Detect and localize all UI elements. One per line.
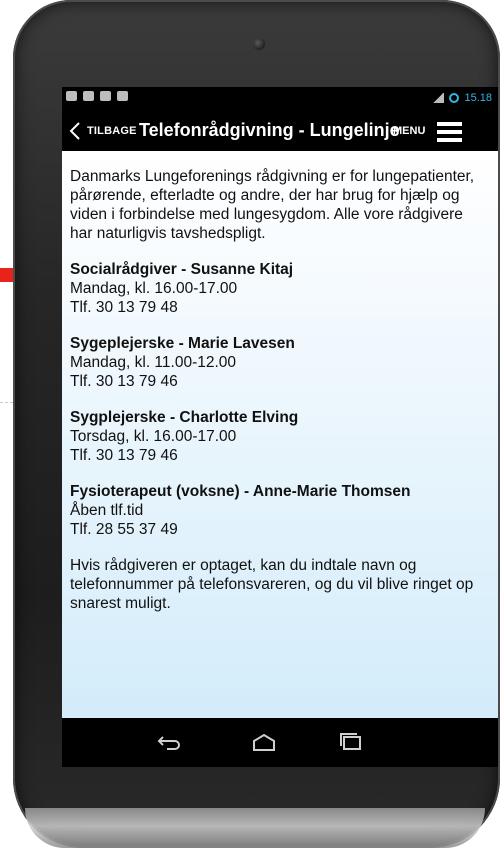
page-title: Telefonrådgivning - Lungelinje <box>139 120 400 140</box>
home-nav-icon[interactable] <box>250 728 278 756</box>
navigation-bar <box>62 718 498 767</box>
contact-name: Fysioterapeut (voksne) - Anne-Marie Thom… <box>70 483 411 500</box>
contact-phone[interactable]: Tlf. 28 55 37 49 <box>70 520 486 539</box>
back-button[interactable]: TILBAGE <box>87 125 137 137</box>
chat-notification-icon <box>83 91 94 101</box>
recents-nav-icon[interactable] <box>337 728 365 756</box>
contact-name: Sygplejerske - Charlotte Elving <box>70 409 299 426</box>
status-bar: 15.18 <box>62 87 498 113</box>
contact-item: Socialrådgiver - Susanne Kitaj Mandag, k… <box>70 260 486 317</box>
gallery-notification-icon <box>66 91 77 101</box>
callback-note: Hvis rådgiveren er optaget, kan du indta… <box>70 557 474 612</box>
contact-item: Sygplejerske - Charlotte Elving Torsdag,… <box>70 408 486 465</box>
contact-phone[interactable]: Tlf. 30 13 79 48 <box>70 298 486 317</box>
contact-name: Socialrådgiver - Susanne Kitaj <box>70 261 294 278</box>
back-chevron-icon[interactable] <box>68 121 82 141</box>
contact-item: Fysioterapeut (voksne) - Anne-Marie Thom… <box>70 482 486 539</box>
system-status: 15.18 <box>432 92 492 104</box>
alarm-icon <box>449 93 460 103</box>
contact-phone[interactable]: Tlf. 30 13 79 46 <box>70 372 486 391</box>
content-panel: Danmarks Lungeforenings rådgivning er fo… <box>62 151 498 718</box>
hamburger-menu-icon[interactable] <box>437 122 462 142</box>
signal-icon <box>432 93 445 103</box>
tablet-rim <box>25 808 485 848</box>
device-screen: 15.18 TILBAGE Telefonrådgivning - Lungel… <box>62 87 498 767</box>
voicemail-notification-icon <box>117 91 128 101</box>
contact-item: Sygeplejerske - Marie Lavesen Mandag, kl… <box>70 334 486 391</box>
status-time: 15.18 <box>464 92 492 104</box>
contact-hours: Mandag, kl. 16.00-17.00 <box>70 280 238 297</box>
contact-hours: Mandag, kl. 11.00-12.00 <box>70 354 237 371</box>
contact-phone[interactable]: Tlf. 30 13 79 46 <box>70 446 486 465</box>
intro-text: Danmarks Lungeforenings rådgivning er fo… <box>70 168 475 242</box>
contact-hours: Åben tlf.tid <box>70 502 144 519</box>
front-camera-icon <box>253 38 265 50</box>
contact-name: Sygeplejerske - Marie Lavesen <box>70 335 295 352</box>
notification-icons <box>66 91 128 101</box>
action-bar: TILBAGE Telefonrådgivning - Lungelinje M… <box>62 113 498 151</box>
download-notification-icon <box>100 91 111 101</box>
back-nav-icon[interactable] <box>155 728 183 756</box>
menu-button[interactable]: MENU <box>393 125 425 137</box>
contact-hours: Torsdag, kl. 16.00-17.00 <box>70 428 237 445</box>
